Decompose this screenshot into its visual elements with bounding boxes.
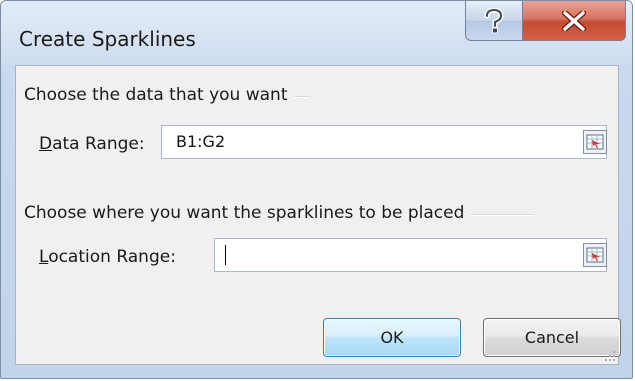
location-range-label-text: ocation Range: [48, 247, 176, 267]
ok-button[interactable]: OK [323, 318, 461, 357]
help-icon [484, 7, 504, 33]
data-group-heading: Choose the data that you want [24, 85, 294, 105]
range-selector-icon [586, 247, 604, 263]
title-bar[interactable]: Create Sparklines [1, 1, 632, 65]
cancel-button[interactable]: Cancel [483, 318, 621, 357]
location-range-collapse-button[interactable] [583, 243, 607, 267]
close-button[interactable] [522, 1, 626, 41]
data-range-collapse-button[interactable] [583, 130, 607, 154]
data-range-label-text: ata Range: [52, 134, 145, 154]
location-range-label-mnemonic: L [39, 247, 49, 267]
location-range-input[interactable] [214, 238, 607, 272]
location-range-label: Location Range: [39, 247, 176, 267]
data-range-value: B1:G2 [176, 132, 226, 151]
close-icon [562, 10, 586, 31]
create-sparklines-dialog: Create Sparklines Choose the data that y… [0, 0, 633, 379]
help-button[interactable] [465, 1, 523, 41]
resize-grip-icon[interactable] [604, 350, 616, 362]
data-range-label: Data Range: [39, 134, 145, 154]
text-caret [225, 245, 226, 265]
data-range-label-mnemonic: D [39, 134, 53, 154]
dialog-body: Choose the data that you want Data Range… [15, 65, 621, 365]
range-selector-icon [586, 134, 604, 150]
location-group-heading: Choose where you want the sparklines to … [24, 203, 471, 223]
dialog-title: Create Sparklines [19, 27, 196, 51]
data-range-input[interactable]: B1:G2 [161, 125, 607, 159]
